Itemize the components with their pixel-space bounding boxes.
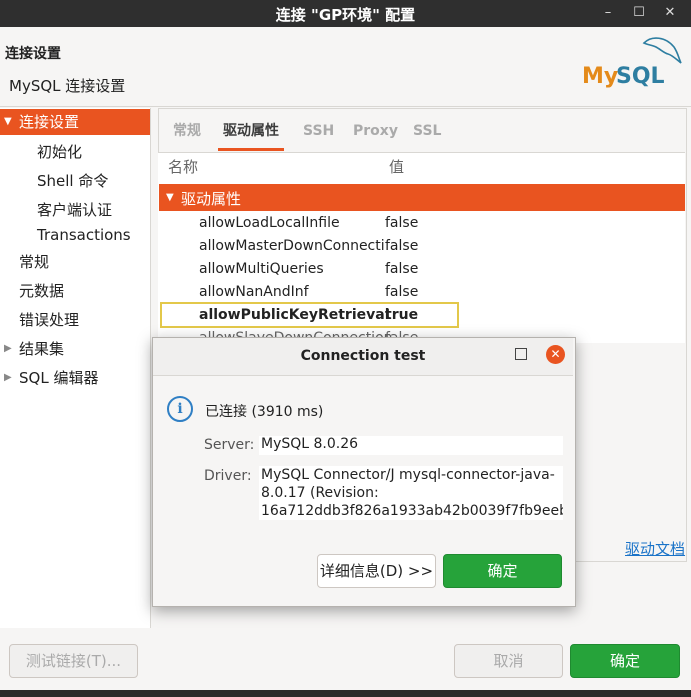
sidebar-item-client-auth[interactable]: 客户端认证 (0, 197, 150, 223)
details-button[interactable]: 详细信息(D) >> (317, 554, 436, 588)
server-value: MySQL 8.0.26 (259, 436, 563, 455)
close-icon[interactable]: ✕ (660, 3, 680, 23)
info-icon: i (167, 396, 193, 422)
row-highlight-box (160, 302, 459, 328)
sidebar-item-transactions[interactable]: Transactions (0, 222, 150, 248)
minimize-icon[interactable]: – (598, 3, 618, 23)
tab-ssh[interactable]: SSH (303, 114, 334, 148)
tab-proxy[interactable]: Proxy (353, 114, 398, 148)
sidebar-item-label: 元数据 (19, 282, 65, 300)
sidebar-item-init[interactable]: 初始化 (0, 139, 150, 165)
column-header-name[interactable]: 名称 (168, 156, 198, 177)
property-name[interactable]: allowNanAndInf (199, 284, 309, 300)
sidebar-item-shell-commands[interactable]: Shell 命令 (0, 168, 150, 194)
svg-text:My: My (582, 64, 618, 88)
group-row-driver-properties[interactable]: ▼ 驱动属性 (159, 184, 685, 211)
expander-open-icon[interactable]: ▼ (166, 192, 174, 203)
dialog-close-icon[interactable]: ✕ (546, 345, 565, 364)
sidebar-item-label: 常规 (19, 253, 50, 271)
mysql-logo: My SQL (582, 33, 682, 89)
driver-label: Driver: (204, 468, 252, 484)
header-subtitle: MySQL 连接设置 (9, 77, 126, 95)
expander-open-icon[interactable]: ▼ (4, 109, 12, 135)
sidebar-item-label: Shell 命令 (37, 172, 109, 190)
property-value[interactable]: false (385, 261, 418, 277)
driver-value: MySQL Connector/J mysql-connector-java-8… (259, 466, 563, 520)
sidebar-item-sql-editor[interactable]: ▶ SQL 编辑器 (0, 365, 150, 391)
header-title: 连接设置 (5, 46, 61, 62)
sidebar-item-general[interactable]: 常规 (0, 249, 150, 275)
sidebar-item-label: 连接设置 (19, 113, 80, 131)
window-title: 连接 "GP环境" 配置 (275, 6, 416, 24)
maximize-icon[interactable]: ☐ (629, 3, 649, 23)
window-titlebar: 连接 "GP环境" 配置 – ☐ ✕ (0, 0, 691, 27)
ok-button[interactable]: 确定 (570, 644, 680, 678)
test-connection-button[interactable]: 测试链接(T)... (9, 644, 138, 678)
sidebar-item-label: Transactions (37, 226, 131, 244)
expander-closed-icon[interactable]: ▶ (4, 336, 12, 362)
sidebar-item-label: 错误处理 (19, 311, 80, 329)
driver-docs-link[interactable]: 驱动文档 (625, 538, 685, 559)
sidebar-item-label: 初始化 (37, 143, 83, 161)
property-value[interactable]: false (385, 284, 418, 300)
dialog-maximize-icon[interactable] (515, 348, 527, 360)
property-value[interactable]: false (385, 238, 418, 254)
expander-closed-icon[interactable]: ▶ (4, 365, 12, 391)
server-label: Server: (204, 437, 255, 453)
sidebar-item-connection-settings[interactable]: ▼ 连接设置 (0, 109, 150, 135)
svg-text:SQL: SQL (616, 64, 665, 88)
sidebar-item-metadata[interactable]: 元数据 (0, 278, 150, 304)
property-name[interactable]: allowLoadLocalInfile (199, 215, 340, 231)
sidebar-item-label: 结果集 (19, 340, 65, 358)
background-terminal-strip (0, 690, 691, 697)
dialog-titlebar: Connection test (153, 338, 573, 376)
property-value[interactable]: false (385, 215, 418, 231)
cancel-button[interactable]: 取消 (454, 644, 563, 678)
connection-status: 已连接 (3910 ms) (205, 404, 324, 420)
sidebar-item-label: SQL 编辑器 (19, 369, 99, 387)
sidebar-item-label: 客户端认证 (37, 201, 113, 219)
column-header-value[interactable]: 值 (389, 156, 404, 177)
tab-ssl[interactable]: SSL (413, 114, 441, 148)
tab-general[interactable]: 常规 (173, 114, 201, 148)
dialog-ok-button[interactable]: 确定 (443, 554, 562, 588)
tab-driver-properties[interactable]: 驱动属性 (218, 114, 284, 151)
property-name[interactable]: allowMasterDownConnecti (199, 238, 385, 254)
group-label: 驱动属性 (181, 190, 242, 208)
sidebar-item-error-handling[interactable]: 错误处理 (0, 307, 150, 333)
sidebar-item-result-sets[interactable]: ▶ 结果集 (0, 336, 150, 362)
property-name[interactable]: allowMultiQueries (199, 261, 324, 277)
dialog-title: Connection test (300, 348, 426, 364)
